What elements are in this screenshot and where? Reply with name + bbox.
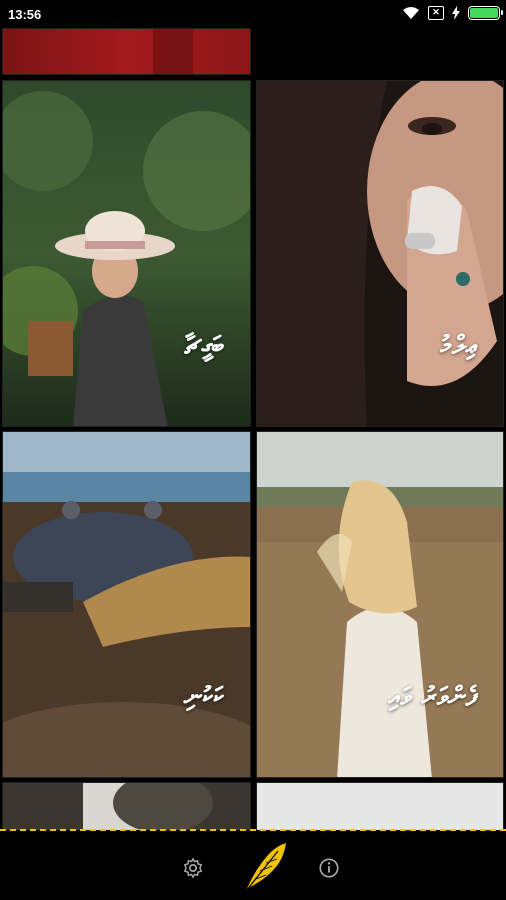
home-feather-button[interactable] [240,841,290,897]
sim-x-icon: ✕ [428,6,444,20]
topic-grid: ބަގީޗާ ޢިލްމު ކަކުނި ފެންވަރު ވައި [0,28,506,830]
topic-tile-crab[interactable]: ކަކުނި [2,431,251,778]
info-button[interactable] [318,857,340,883]
woman-with-hat-in-garden-photo [3,81,250,426]
topic-tile-red[interactable] [2,28,251,75]
feather-icon [245,843,286,892]
topic-tile-partial-left[interactable] [2,782,251,830]
partial-photo [257,783,503,830]
wifi-icon [403,7,419,19]
woman-closeup-face-photo [257,81,503,426]
topic-label: ކަކުނި [183,682,224,712]
topic-label: ޢިލްމު [440,331,477,361]
topic-label: ފެންވަރު ވައި [388,682,477,712]
battery-icon [468,6,503,20]
gear-icon [184,858,202,878]
status-icons: ✕ [402,6,503,20]
settings-button[interactable] [182,857,204,883]
topic-tile-field[interactable]: ފެންވަރު ވައި [256,431,504,778]
red-background-photo [3,29,250,74]
topic-tile-face[interactable]: ޢިލްމު [256,80,504,427]
topic-tile-partial-right[interactable] [256,782,504,830]
partial-photo [3,783,250,830]
topic-label: ބަގީޗާ [184,331,225,361]
bottom-nav [0,831,506,900]
status-bar: 13:56 ✕ [0,0,506,30]
girl-in-wheat-field-photo [257,432,503,777]
status-time: 13:56 [8,7,42,22]
crab-on-beach-photo [3,432,250,777]
charging-icon [452,6,460,20]
battery-fill [470,8,498,18]
topic-tile-garden[interactable]: ބަގީޗާ [2,80,251,427]
info-icon [319,858,339,878]
